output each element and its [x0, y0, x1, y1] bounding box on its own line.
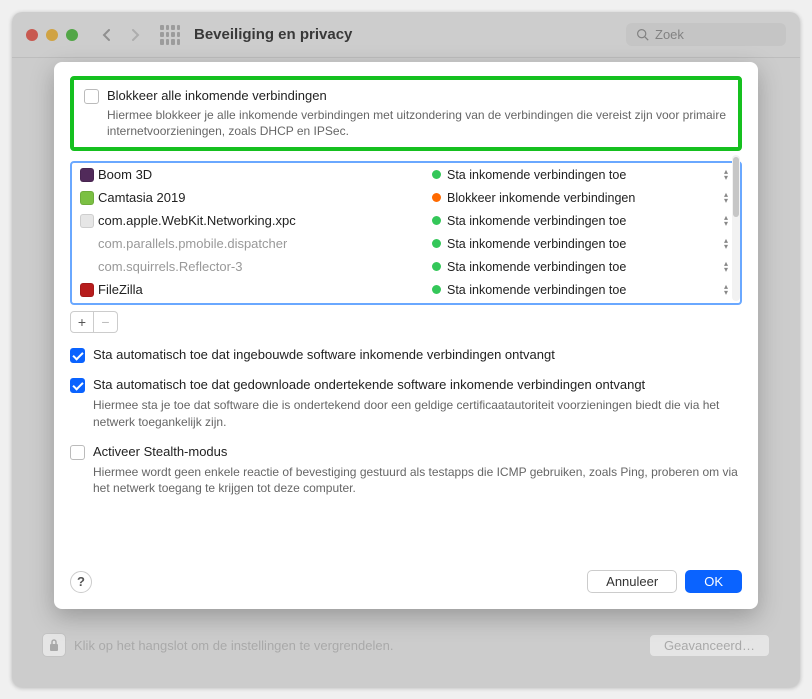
status-stepper[interactable]: ▴▾	[720, 238, 732, 250]
help-button[interactable]: ?	[70, 571, 92, 593]
app-status: Blokkeer inkomende verbindingen	[447, 191, 714, 205]
app-icon	[80, 260, 94, 274]
block-all-desc: Hiermee blokkeer je alle inkomende verbi…	[107, 107, 728, 139]
auto-signed-option: Sta automatisch toe dat gedownloade onde…	[70, 377, 742, 429]
status-dot-icon	[432, 216, 441, 225]
app-row[interactable]: com.squirrels.Reflector-3 Sta inkomende v…	[72, 255, 740, 278]
app-row[interactable]: FileZilla Sta inkomende verbindingen toe ▴…	[72, 278, 740, 301]
app-icon	[80, 283, 94, 297]
app-row[interactable]: com.apple.WebKit.Networking.xpc Sta inkom…	[72, 209, 740, 232]
stealth-option: Activeer Stealth-modus Hiermee wordt gee…	[70, 444, 742, 496]
app-list-wrap: Boom 3DSta inkomende verbindingen toe▴▾C…	[70, 151, 742, 305]
block-all-checkbox[interactable]	[84, 89, 99, 104]
app-name: Camtasia 2019	[98, 190, 185, 205]
app-status: Sta inkomende verbindingen toe	[447, 260, 714, 274]
app-list-scrollbar[interactable]	[732, 155, 740, 301]
block-all-label: Blokkeer alle inkomende verbindingen	[107, 88, 728, 103]
list-toolbar: + −	[70, 311, 742, 333]
app-icon	[80, 168, 94, 182]
status-dot-icon	[432, 239, 441, 248]
app-status: Sta inkomende verbindingen toe	[447, 168, 714, 182]
status-stepper[interactable]: ▴▾	[720, 284, 732, 296]
app-icon	[80, 237, 94, 251]
ok-button[interactable]: OK	[685, 570, 742, 593]
add-app-button[interactable]: +	[70, 311, 94, 333]
app-name: com.parallels.pmobile.dispatcher	[98, 236, 287, 251]
app-row[interactable]: Camtasia 2019 Blokkeer inkomende verbindi…	[72, 186, 740, 209]
app-name: Boom 3D	[98, 167, 152, 182]
lock-row: Klik op het hangslot om de instellingen …	[42, 633, 770, 657]
app-row[interactable]: Boom 3D Sta inkomende verbindingen toe ▴▾	[72, 163, 740, 186]
scrollbar-thumb[interactable]	[733, 157, 739, 217]
status-dot-icon	[432, 262, 441, 271]
lock-icon[interactable]	[42, 633, 66, 657]
auto-signed-label: Sta automatisch toe dat gedownloade onde…	[93, 377, 742, 392]
stealth-desc: Hiermee wordt geen enkele reactie of bev…	[93, 464, 742, 496]
cancel-button[interactable]: Annuleer	[587, 570, 677, 593]
stealth-label: Activeer Stealth-modus	[93, 444, 742, 459]
advanced-button[interactable]: Geavanceerd…	[649, 634, 770, 657]
app-name: com.squirrels.Reflector-3	[98, 259, 243, 274]
lock-text: Klik op het hangslot om de instellingen …	[74, 638, 393, 653]
app-icon	[80, 191, 94, 205]
app-row[interactable]: nwjs HelperSta inkomende verbindingen to…	[72, 301, 740, 303]
app-list[interactable]: Boom 3DSta inkomende verbindingen toe▴▾C…	[70, 161, 742, 305]
auto-signed-checkbox[interactable]	[70, 378, 85, 393]
app-name: FileZilla	[98, 282, 143, 297]
remove-app-button[interactable]: −	[94, 311, 118, 333]
auto-signed-desc: Hiermee sta je toe dat software die is o…	[93, 397, 742, 429]
app-status: Sta inkomende verbindingen toe	[447, 214, 714, 228]
app-icon	[80, 214, 94, 228]
auto-builtin-option: Sta automatisch toe dat ingebouwde softw…	[70, 347, 742, 363]
sheet-bottom-bar: ? Annuleer OK	[70, 554, 742, 593]
status-stepper[interactable]: ▴▾	[720, 169, 732, 181]
block-all-highlight: Blokkeer alle inkomende verbindingen Hie…	[70, 76, 742, 151]
app-status: Sta inkomende verbindingen toe	[447, 237, 714, 251]
status-stepper[interactable]: ▴▾	[720, 261, 732, 273]
status-dot-icon	[432, 285, 441, 294]
firewall-options-sheet: Blokkeer alle inkomende verbindingen Hie…	[54, 62, 758, 609]
prefs-window: Beveiliging en privacy Zoek Klik op het …	[12, 12, 800, 687]
status-stepper[interactable]: ▴▾	[720, 215, 732, 227]
status-stepper[interactable]: ▴▾	[720, 192, 732, 204]
status-dot-icon	[432, 193, 441, 202]
status-dot-icon	[432, 170, 441, 179]
app-status: Sta inkomende verbindingen toe	[447, 283, 714, 297]
app-row[interactable]: com.parallels.pmobile.dispatcher Sta inko…	[72, 232, 740, 255]
stealth-checkbox[interactable]	[70, 445, 85, 460]
auto-builtin-checkbox[interactable]	[70, 348, 85, 363]
auto-builtin-label: Sta automatisch toe dat ingebouwde softw…	[93, 347, 742, 362]
app-name: com.apple.WebKit.Networking.xpc	[98, 213, 296, 228]
